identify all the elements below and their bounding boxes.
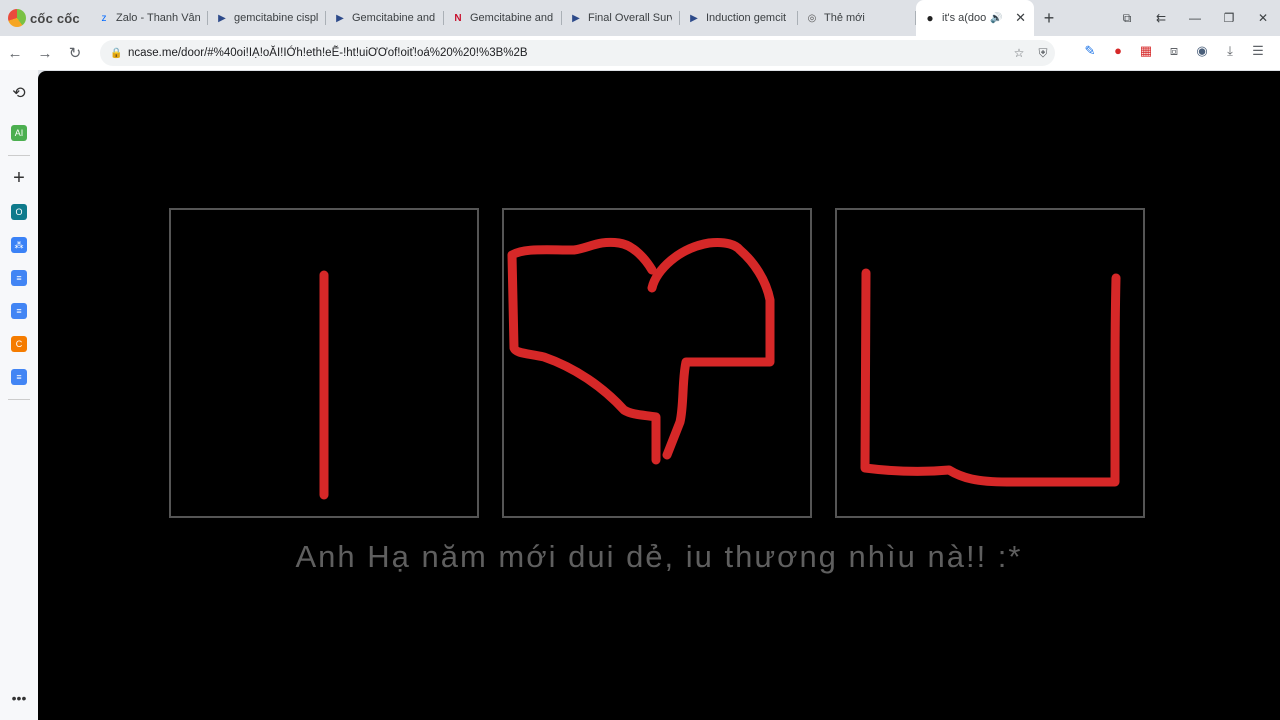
record-extension-icon[interactable]: ● <box>1104 43 1132 59</box>
forward-icon[interactable]: → <box>30 45 60 62</box>
close-window-icon[interactable]: ✕ <box>1246 11 1280 25</box>
sidebar-item-docs-3[interactable]: ≡ <box>0 360 38 393</box>
url-text[interactable]: ncase.me/door/#%40oi!IẠ!oĂI!IỚh!eth!eẼ-!… <box>128 47 528 59</box>
sidebar-item-docs-2[interactable]: ≡ <box>0 294 38 327</box>
tab-title: Gemcitabine and <box>470 12 554 24</box>
tab-zalo[interactable]: z Zalo - Thanh Vân <box>90 0 208 36</box>
sidebar-item-add[interactable]: + <box>0 162 38 195</box>
tab-gemcitabine-and-2[interactable]: N Gemcitabine and <box>444 0 562 36</box>
drawn-letter-i <box>319 270 329 500</box>
toolbar: ← → ↻ 🔒 ncase.me/door/#%40oi!IẠ!oĂI!IỚh!… <box>0 36 1280 70</box>
pubmed-icon: ▶ <box>690 12 698 24</box>
tab-bar: cốc cốc z Zalo - Thanh Vân ▶ gemcitabine… <box>0 0 1280 36</box>
lock-icon[interactable]: 🔒 <box>110 48 122 59</box>
address-bar[interactable]: 🔒 ncase.me/door/#%40oi!IẠ!oĂI!IỚh!eth!eẼ… <box>100 40 1055 66</box>
sidebar-item-docs-1[interactable]: ≡ <box>0 261 38 294</box>
tab-title: Gemcitabine and <box>352 12 436 24</box>
sidebar-divider <box>8 155 30 156</box>
outlook-icon: O <box>11 203 27 220</box>
tab-active-door[interactable]: ● it's a(doo 🔊 ✕ <box>916 0 1034 36</box>
history-icon: ⟲ <box>12 85 26 102</box>
extensions-puzzle-icon[interactable]: ⧈ <box>1160 43 1188 59</box>
drawing-panel-u[interactable] <box>835 208 1145 518</box>
coccoc-icon: ◎ <box>807 12 817 24</box>
search-tabs-icon[interactable]: ⧉ <box>1110 11 1144 26</box>
google-docs-icon: ≡ <box>11 302 27 319</box>
pen-extension-icon[interactable]: ✎ <box>1076 43 1104 59</box>
speaker-icon[interactable]: 🔊 <box>990 13 1002 24</box>
ai-icon: AI <box>11 124 27 141</box>
drawing-panel-i[interactable] <box>169 208 479 518</box>
sidebar-divider <box>8 399 30 400</box>
tab-gemcitabine-cisplatin[interactable]: ▶ gemcitabine cispl <box>208 0 326 36</box>
mendeley-extension-icon[interactable]: ▦ <box>1132 43 1160 59</box>
stroke-u <box>860 268 1121 487</box>
plus-icon: + <box>13 167 25 189</box>
browser-brand: cốc cốc <box>30 10 80 26</box>
drawn-letter-u <box>860 268 1121 487</box>
sidebar-more[interactable]: ••• <box>0 681 38 714</box>
coccoc-app-icon: C <box>11 335 27 352</box>
sidebar-item-history[interactable]: ⟲ <box>0 70 38 116</box>
teams-icon: ⁂ <box>11 236 27 253</box>
greeting-caption: Anh Hạ năm mới dui dẻ, iu thương nhìu nà… <box>295 539 1023 574</box>
drawing-panel-heart[interactable] <box>502 208 812 518</box>
back-history-icon[interactable]: ⇇ <box>1144 11 1178 25</box>
pubmed-icon: ▶ <box>572 12 580 24</box>
nejm-icon: N <box>454 12 462 24</box>
pubmed-icon: ▶ <box>336 12 344 24</box>
tab-title: Induction gemcit <box>706 12 787 24</box>
tab-final-overall-survival[interactable]: ▶ Final Overall Surv <box>562 0 680 36</box>
minimize-icon[interactable]: — <box>1178 11 1212 25</box>
page-canvas: Anh Hạ năm mới dui dẻ, iu thương nhìu nà… <box>38 71 1280 720</box>
tab-title: it's a(doo <box>942 12 987 24</box>
tab-induction-gemcitabine[interactable]: ▶ Induction gemcit <box>680 0 798 36</box>
download-icon[interactable]: ⤓ <box>1216 43 1244 59</box>
browser-logo[interactable]: cốc cốc <box>0 0 90 36</box>
coccoc-logo-icon <box>8 9 26 27</box>
shield-icon[interactable]: ⛨ <box>1031 46 1055 61</box>
tab-new-tab[interactable]: ◎ Thẻ mới <box>798 0 916 36</box>
sidebar-item-teams[interactable]: ⁂ <box>0 228 38 261</box>
drawn-broken-heart <box>507 237 775 465</box>
bookmark-star-icon[interactable]: ☆ <box>1007 46 1031 61</box>
sidebar-item-coccoc[interactable]: C <box>0 327 38 360</box>
zalo-icon: z <box>101 12 107 24</box>
tab-title: Zalo - Thanh Vân <box>116 12 200 24</box>
close-tab-icon[interactable]: ✕ <box>1015 10 1026 26</box>
pubmed-icon: ▶ <box>218 12 226 24</box>
tab-title: Thẻ mới <box>824 12 865 24</box>
stroke-heart <box>507 237 775 465</box>
sidebar-item-ai[interactable]: AI <box>0 116 38 149</box>
new-tab-button[interactable]: + <box>1034 8 1064 29</box>
restore-icon[interactable]: ❐ <box>1212 11 1246 25</box>
sidebar-item-outlook[interactable]: O <box>0 195 38 228</box>
profile-avatar-icon[interactable]: ◉ <box>1188 43 1216 59</box>
window-controls: ⧉ ⇇ — ❐ ✕ <box>1110 0 1280 36</box>
back-icon[interactable]: ← <box>0 45 30 62</box>
circle-favicon-icon: ● <box>926 11 934 25</box>
more-dots-icon: ••• <box>11 689 27 706</box>
side-panel: ⟲ AI + O ⁂ ≡ ≡ C ≡ ••• <box>0 70 38 720</box>
google-docs-icon: ≡ <box>11 368 27 385</box>
google-docs-icon: ≡ <box>11 269 27 286</box>
extensions-area: ✎ ● ▦ ⧈ ◉ ⤓ ☰ <box>1076 43 1272 59</box>
reload-icon[interactable]: ↻ <box>60 44 90 62</box>
tab-title: Final Overall Surv <box>588 12 672 24</box>
tab-title: gemcitabine cispl <box>234 12 318 24</box>
tab-gemcitabine-and-1[interactable]: ▶ Gemcitabine and <box>326 0 444 36</box>
menu-icon[interactable]: ☰ <box>1244 43 1272 59</box>
